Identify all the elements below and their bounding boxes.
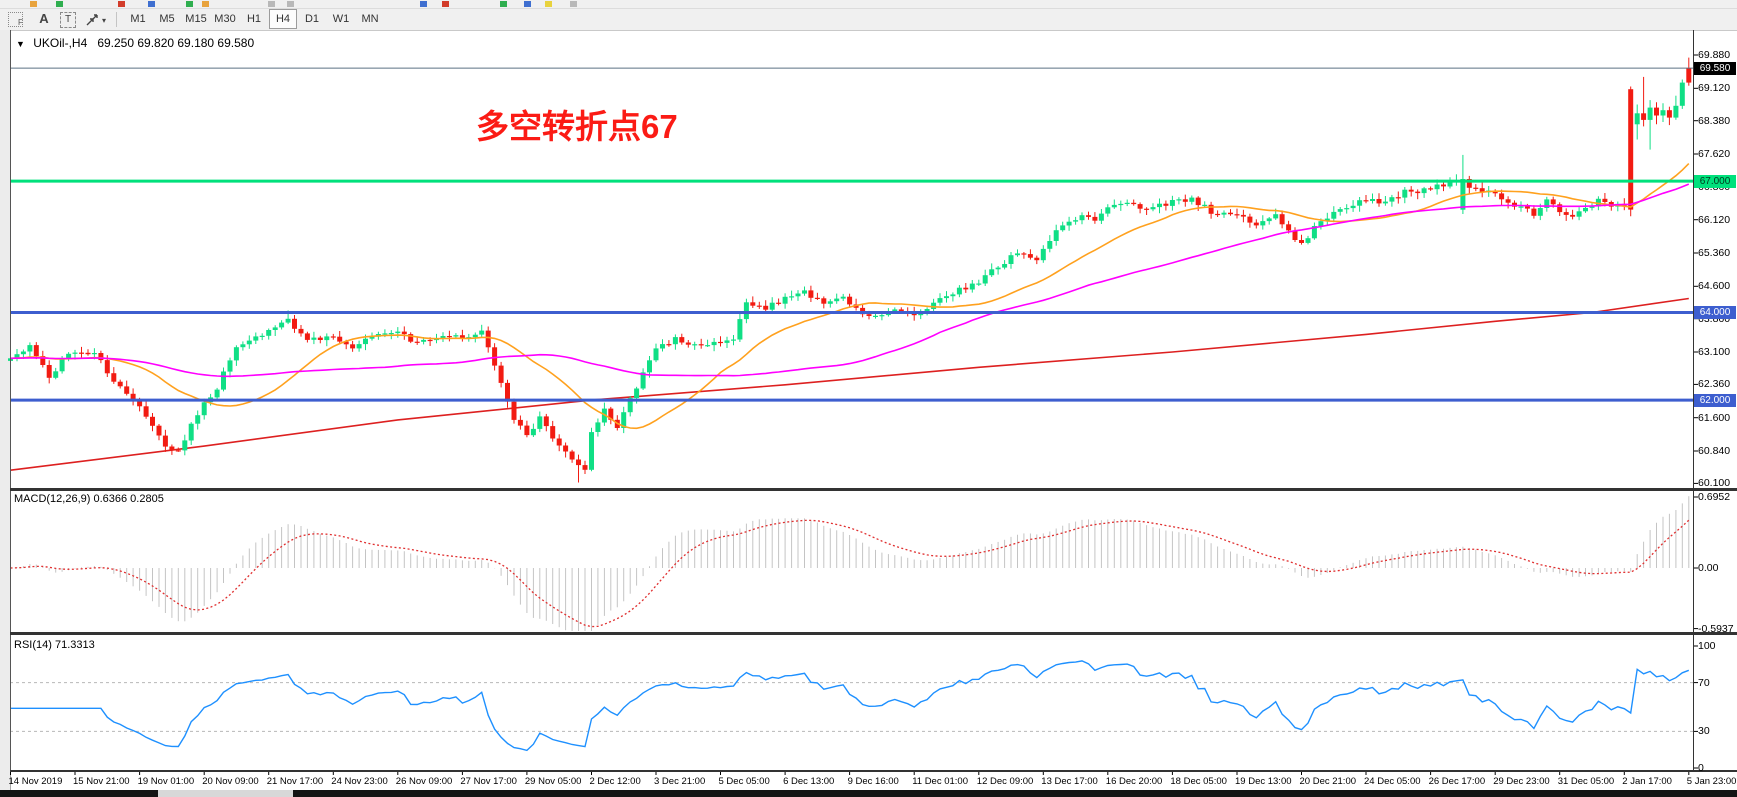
date-axis-label[interactable]: 11 Dec 01:00: [912, 776, 968, 787]
price-axis-label[interactable]: 69.120: [1698, 82, 1730, 94]
bottom-strip-segment: [293, 790, 1737, 797]
price-badge-69.580: 69.580: [1694, 62, 1736, 75]
price-axis-label[interactable]: 68.380: [1698, 115, 1730, 127]
plot-left-border: [10, 30, 11, 770]
rsi-indicator-label: RSI(14) 71.3313: [14, 639, 95, 651]
date-axis-label[interactable]: 19 Nov 01:00: [138, 776, 195, 787]
date-axis-label[interactable]: 14 Nov 2019: [9, 776, 63, 787]
price-axis-label[interactable]: 61.600: [1698, 412, 1730, 424]
date-axis-label[interactable]: 2 Dec 12:00: [590, 776, 641, 787]
chart-symbol-label: UKOil-,H4: [33, 36, 87, 50]
date-axis-label[interactable]: 5 Dec 05:00: [719, 776, 770, 787]
date-axis-label[interactable]: 20 Nov 09:00: [202, 776, 259, 787]
macd-axis-label[interactable]: -0.5937: [1698, 623, 1734, 635]
macd-panel-separator[interactable]: [10, 488, 1737, 491]
date-axis-label[interactable]: 19 Dec 13:00: [1235, 776, 1292, 787]
date-axis-label[interactable]: 15 Nov 21:00: [73, 776, 130, 787]
price-badge-62.000: 62.000: [1694, 394, 1736, 407]
chart-ohlc-values: 69.250 69.820 69.180 69.580: [97, 36, 254, 50]
date-axis-label[interactable]: 3 Dec 21:00: [654, 776, 705, 787]
chart-canvas[interactable]: [0, 0, 1737, 797]
date-axis-label[interactable]: 24 Nov 23:00: [331, 776, 388, 787]
rsi-axis-label[interactable]: 70: [1698, 677, 1710, 689]
ma-mid-line: [11, 184, 1689, 376]
bottom-strip-segment: [0, 790, 158, 797]
date-axis-label[interactable]: 26 Dec 17:00: [1429, 776, 1486, 787]
date-axis-label[interactable]: 13 Dec 17:00: [1041, 776, 1098, 787]
candle-bodies: [8, 68, 1691, 470]
price-axis-label[interactable]: 63.100: [1698, 346, 1730, 358]
chart-dropdown-icon[interactable]: ▼: [16, 39, 25, 49]
bottom-strip-segment: [158, 790, 293, 797]
date-axis-label[interactable]: 18 Dec 05:00: [1170, 776, 1227, 787]
price-axis-label[interactable]: 65.360: [1698, 247, 1730, 259]
price-axis-label[interactable]: 64.600: [1698, 280, 1730, 292]
macd-axis-label[interactable]: 0.6952: [1698, 491, 1730, 503]
rsi-axis-label[interactable]: 100: [1698, 640, 1716, 652]
price-axis-label[interactable]: 62.360: [1698, 378, 1730, 390]
date-axis-label[interactable]: 16 Dec 20:00: [1106, 776, 1163, 787]
macd-indicator-label: MACD(12,26,9) 0.6366 0.2805: [14, 493, 164, 505]
ma-slow-line: [11, 299, 1689, 471]
mt4-window: F A T ▾ M1 M5 M15 M30 H1 H4 D1 W1 MN ▼: [0, 0, 1737, 797]
chart-title: ▼ UKOil-,H4 69.250 69.820 69.180 69.580: [16, 36, 254, 50]
date-axis-label[interactable]: 9 Dec 16:00: [848, 776, 899, 787]
date-axis-label[interactable]: 5 Jan 23:00: [1687, 776, 1737, 787]
date-axis-label[interactable]: 20 Dec 21:00: [1300, 776, 1357, 787]
candle-wicks: [11, 58, 1689, 483]
date-axis-label[interactable]: 29 Dec 23:00: [1493, 776, 1550, 787]
date-axis-label[interactable]: 6 Dec 13:00: [783, 776, 834, 787]
rsi-axis-label[interactable]: 30: [1698, 725, 1710, 737]
date-axis-label[interactable]: 26 Nov 09:00: [396, 776, 453, 787]
price-axis-label[interactable]: 69.880: [1698, 49, 1730, 61]
macd-histogram: [11, 496, 1689, 631]
price-badge-67.000: 67.000: [1694, 175, 1736, 188]
rsi-line: [11, 661, 1689, 751]
date-axis-label[interactable]: 21 Nov 17:00: [267, 776, 324, 787]
chart-annotation-text: 多空转折点67: [476, 100, 678, 148]
date-axis-label[interactable]: 12 Dec 09:00: [977, 776, 1034, 787]
axis-ticks: [11, 55, 1699, 775]
date-axis-label[interactable]: 31 Dec 05:00: [1558, 776, 1615, 787]
price-axis-label[interactable]: 67.620: [1698, 148, 1730, 160]
rsi-panel-separator[interactable]: [10, 632, 1737, 635]
price-axis-label[interactable]: 66.120: [1698, 214, 1730, 226]
date-axis-label[interactable]: 29 Nov 05:00: [525, 776, 582, 787]
date-axis-label[interactable]: 2 Jan 17:00: [1622, 776, 1672, 787]
price-axis-label[interactable]: 60.100: [1698, 477, 1730, 489]
rsi-axis-label[interactable]: 0: [1698, 762, 1704, 774]
date-axis-label[interactable]: 24 Dec 05:00: [1364, 776, 1421, 787]
date-axis-label[interactable]: 27 Nov 17:00: [460, 776, 517, 787]
price-axis-label[interactable]: 60.840: [1698, 445, 1730, 457]
price-badge-64.000: 64.000: [1694, 306, 1736, 319]
macd-axis-label[interactable]: 0.00: [1698, 562, 1718, 574]
date-axis-border: [10, 770, 1737, 772]
